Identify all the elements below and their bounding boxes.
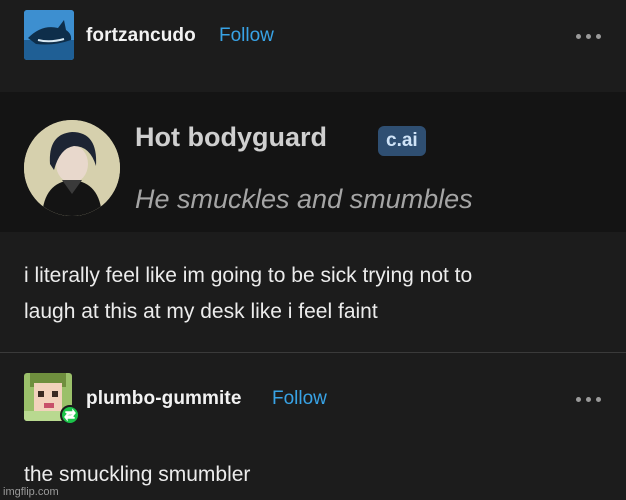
- cai-badge: c.ai: [378, 126, 426, 156]
- post-fortzancudo: fortzancudo Follow Hot bodyguard c.ai He…: [0, 0, 626, 352]
- post-header: plumbo-gummite Follow: [0, 353, 626, 425]
- imgflip-watermark: imgflip.com: [3, 486, 59, 498]
- reblog-icon: [60, 405, 80, 425]
- username[interactable]: plumbo-gummite: [86, 388, 242, 410]
- post-text-line: laugh at this at my desk like i feel fai…: [24, 300, 378, 323]
- follow-button[interactable]: Follow: [272, 388, 327, 410]
- post-plumbo-gummite: plumbo-gummite Follow the smuckling smum…: [0, 353, 626, 500]
- character-tagline: He smuckles and smumbles: [135, 184, 473, 214]
- username[interactable]: fortzancudo: [86, 25, 196, 47]
- post-header: fortzancudo Follow: [0, 0, 626, 70]
- more-options-icon[interactable]: [576, 394, 602, 404]
- character-name: Hot bodyguard: [135, 122, 327, 152]
- shark-avatar-icon[interactable]: [24, 10, 74, 60]
- post-text: i literally feel like im going to be sic…: [24, 258, 472, 330]
- character-card-image: Hot bodyguard c.ai He smuckles and smumb…: [0, 92, 626, 232]
- character-avatar-icon: [24, 120, 120, 216]
- follow-button[interactable]: Follow: [219, 25, 274, 47]
- more-options-icon[interactable]: [576, 31, 602, 41]
- post-text-line: i literally feel like im going to be sic…: [24, 264, 473, 287]
